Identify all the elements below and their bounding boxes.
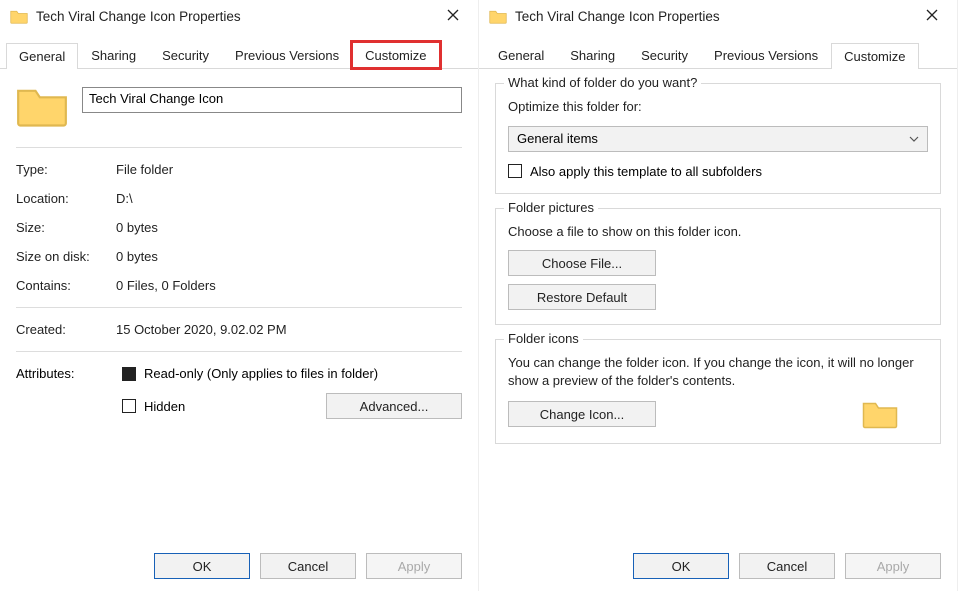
- location-value: D:\: [116, 191, 462, 206]
- checkbox-empty-icon: [122, 399, 136, 413]
- readonly-label: Read-only (Only applies to files in fold…: [144, 366, 378, 381]
- hidden-checkbox[interactable]: Hidden: [122, 399, 320, 414]
- tab-general[interactable]: General: [485, 42, 557, 68]
- tab-security[interactable]: Security: [149, 42, 222, 68]
- size-label: Size:: [16, 220, 116, 235]
- attributes-label: Attributes:: [16, 366, 116, 381]
- close-button[interactable]: [438, 9, 468, 24]
- change-icon-button[interactable]: Change Icon...: [508, 401, 656, 427]
- general-content: Tech Viral Change Icon Type: File folder…: [0, 69, 478, 541]
- choose-file-button[interactable]: Choose File...: [508, 250, 656, 276]
- readonly-checkbox[interactable]: Read-only (Only applies to files in fold…: [122, 366, 456, 381]
- created-label: Created:: [16, 322, 116, 337]
- cancel-button[interactable]: Cancel: [739, 553, 835, 579]
- folder-icon: [489, 9, 507, 24]
- tab-row: General Sharing Security Previous Versio…: [0, 32, 478, 69]
- icon-desc: You can change the folder icon. If you c…: [508, 354, 928, 389]
- checkbox-empty-icon: [508, 164, 522, 178]
- folder-large-icon: [16, 83, 68, 129]
- tab-sharing[interactable]: Sharing: [78, 42, 149, 68]
- restore-default-button[interactable]: Restore Default: [508, 284, 656, 310]
- choose-file-desc: Choose a file to show on this folder ico…: [508, 223, 928, 241]
- location-label: Location:: [16, 191, 116, 206]
- titlebar: Tech Viral Change Icon Properties: [0, 0, 478, 32]
- tab-previous-versions[interactable]: Previous Versions: [222, 42, 352, 68]
- window-title: Tech Viral Change Icon Properties: [36, 9, 438, 24]
- window-title: Tech Viral Change Icon Properties: [515, 9, 917, 24]
- optimize-select[interactable]: General items: [508, 126, 928, 152]
- close-icon: [926, 9, 938, 21]
- close-button[interactable]: [917, 9, 947, 24]
- properties-window-customize: Tech Viral Change Icon Properties Genera…: [479, 0, 958, 591]
- type-value: File folder: [116, 162, 462, 177]
- contains-value: 0 Files, 0 Folders: [116, 278, 462, 293]
- group-legend: Folder icons: [504, 331, 583, 346]
- also-apply-label: Also apply this template to all subfolde…: [530, 164, 762, 179]
- folder-name-input[interactable]: Tech Viral Change Icon: [82, 87, 462, 113]
- sizeondisk-label: Size on disk:: [16, 249, 116, 264]
- folder-icons-group: Folder icons You can change the folder i…: [495, 339, 941, 444]
- footer-buttons: OK Cancel Apply: [0, 541, 478, 591]
- contains-label: Contains:: [16, 278, 116, 293]
- folder-pictures-group: Folder pictures Choose a file to show on…: [495, 208, 941, 326]
- type-label: Type:: [16, 162, 116, 177]
- group-legend: What kind of folder do you want?: [504, 75, 701, 90]
- apply-button: Apply: [845, 553, 941, 579]
- footer-buttons: OK Cancel Apply: [479, 541, 957, 591]
- close-icon: [447, 9, 459, 21]
- optimize-label: Optimize this folder for:: [508, 98, 928, 116]
- folder-kind-group: What kind of folder do you want? Optimiz…: [495, 83, 941, 194]
- select-value: General items: [517, 131, 598, 146]
- also-apply-checkbox[interactable]: Also apply this template to all subfolde…: [508, 164, 928, 179]
- hidden-label: Hidden: [144, 399, 185, 414]
- tab-customize[interactable]: Customize: [352, 42, 439, 68]
- apply-button: Apply: [366, 553, 462, 579]
- group-legend: Folder pictures: [504, 200, 598, 215]
- folder-icon: [10, 9, 28, 24]
- tab-previous-versions[interactable]: Previous Versions: [701, 42, 831, 68]
- advanced-button[interactable]: Advanced...: [326, 393, 462, 419]
- details-grid: Type: File folder Location: D:\ Size: 0 …: [16, 162, 462, 293]
- chevron-down-icon: [909, 134, 919, 144]
- titlebar: Tech Viral Change Icon Properties: [479, 0, 957, 32]
- tab-customize[interactable]: Customize: [831, 43, 918, 69]
- created-value: 15 October 2020, 9.02.02 PM: [116, 322, 462, 337]
- size-value: 0 bytes: [116, 220, 462, 235]
- tab-security[interactable]: Security: [628, 42, 701, 68]
- properties-window-general: Tech Viral Change Icon Properties Genera…: [0, 0, 479, 591]
- tab-row: General Sharing Security Previous Versio…: [479, 32, 957, 69]
- checkbox-filled-icon: [122, 367, 136, 381]
- customize-content: What kind of folder do you want? Optimiz…: [479, 69, 957, 541]
- cancel-button[interactable]: Cancel: [260, 553, 356, 579]
- tab-general[interactable]: General: [6, 43, 78, 69]
- ok-button[interactable]: OK: [154, 553, 250, 579]
- ok-button[interactable]: OK: [633, 553, 729, 579]
- folder-preview-icon: [862, 399, 898, 429]
- tab-sharing[interactable]: Sharing: [557, 42, 628, 68]
- sizeondisk-value: 0 bytes: [116, 249, 462, 264]
